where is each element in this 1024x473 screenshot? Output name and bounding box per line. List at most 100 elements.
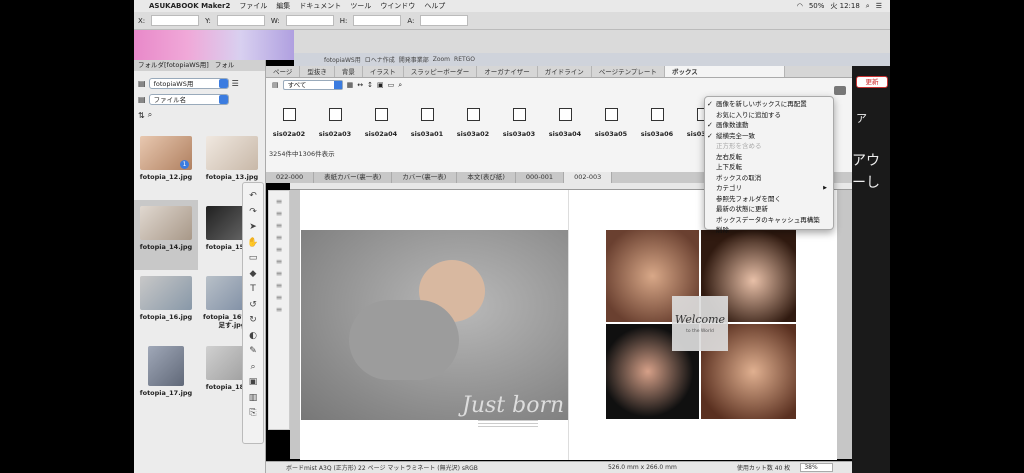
book-icon[interactable]: ▥ [249, 391, 258, 406]
tab-border[interactable]: スラッピーボーダー [404, 66, 478, 77]
filter-select[interactable]: すべて [282, 80, 343, 90]
thumbnail-item[interactable]: fotopia_16.jpg [134, 270, 198, 340]
eyedropper-icon[interactable]: ✎ [249, 344, 257, 359]
update-button[interactable]: 更新 [856, 76, 888, 88]
search-icon[interactable]: ⌕ [866, 2, 870, 11]
w-field[interactable] [285, 15, 334, 26]
thumbnail-item[interactable]: fotopia_17.jpg [134, 340, 198, 410]
align-icon[interactable]: ≡ [276, 221, 283, 230]
clock[interactable]: 火 12:18 [830, 1, 859, 11]
ctx-item[interactable]: 画像を新しいボックスに再配置 [705, 99, 833, 110]
redo-icon[interactable]: ↷ [249, 205, 257, 220]
hand-tool-icon[interactable]: ✋ [247, 236, 258, 251]
tab-guideline[interactable]: ガイドライン [538, 66, 592, 77]
rotate-right-icon[interactable]: ↻ [249, 313, 257, 328]
thumbnail-item[interactable]: fotopia_14.jpg [134, 200, 198, 270]
box-item[interactable]: sis02a02 [266, 108, 312, 138]
ctx-item[interactable]: お気に入りに追加する [705, 110, 833, 121]
ctx-item[interactable]: ボックスの取消 [705, 173, 833, 184]
thumbnail-item[interactable]: fotopia_12.jpg 1 [134, 130, 198, 200]
layout-icon[interactable]: ▭ [388, 81, 395, 89]
title-text[interactable]: Just born [462, 393, 564, 418]
app-name[interactable]: ASUKABOOK Maker2 [149, 2, 230, 10]
fill-tool-icon[interactable]: ◐ [249, 329, 257, 344]
zoom-select[interactable]: 38% [800, 463, 833, 472]
tab-page[interactable]: ページ [266, 66, 301, 77]
page-tab[interactable]: 本文(表び紙) [457, 172, 516, 183]
menu-edit[interactable]: 編集 [276, 1, 290, 11]
box-item[interactable]: sis03a06 [634, 108, 680, 138]
page-tab[interactable]: カバー(裏一表) [392, 172, 458, 183]
trash-icon[interactable]: ▭ [249, 251, 258, 266]
box-item[interactable]: sis02a04 [358, 108, 404, 138]
sort-select[interactable]: ファイル名 [148, 93, 229, 105]
shape-tool-icon[interactable]: ◆ [250, 267, 257, 282]
align-icon[interactable]: ≡ [276, 197, 283, 206]
box-item[interactable]: sis03a01 [404, 108, 450, 138]
page-tab[interactable]: 002-003 [564, 172, 613, 183]
box-item[interactable]: sis03a05 [588, 108, 634, 138]
tab-background[interactable]: 背景 [335, 66, 363, 77]
ctx-item[interactable]: 左右反転 [705, 152, 833, 163]
sort-order-icon[interactable]: ⇅ [138, 111, 145, 120]
ctx-item[interactable]: 参照先フォルダを開く [705, 194, 833, 205]
ctx-item[interactable]: 画像数連動 [705, 120, 833, 131]
menu-file[interactable]: ファイル [239, 1, 267, 11]
align-icon[interactable]: ≡ [276, 233, 283, 242]
ctx-item[interactable]: 最新の状態に更新 [705, 204, 833, 215]
tab-illustration[interactable]: イラスト [363, 66, 404, 77]
page-tab[interactable]: 022-000 [266, 172, 315, 183]
y-field[interactable] [216, 15, 265, 26]
baby-photo[interactable] [301, 230, 568, 420]
align-icon[interactable]: ≡ [276, 293, 283, 302]
pointer-tool-icon[interactable]: ➤ [249, 220, 257, 235]
align-icon[interactable]: ≡ [276, 281, 283, 290]
align-icon[interactable]: ≡ [276, 245, 283, 254]
list-menu-icon[interactable]: ☰ [232, 79, 239, 88]
frame-icon[interactable]: ▣ [249, 375, 258, 390]
export-icon[interactable]: ⎘ [249, 406, 256, 421]
stack-icon[interactable]: ▣ [377, 81, 384, 89]
battery-text[interactable]: 50% [809, 2, 825, 10]
h-field[interactable] [353, 15, 402, 26]
zoom-icon[interactable]: ⌕ [250, 360, 255, 375]
grid-view-icon[interactable]: ▦ [347, 81, 354, 89]
tab-mask[interactable]: 型抜き [300, 66, 335, 77]
menu-help[interactable]: ヘルプ [424, 1, 445, 11]
search-icon[interactable]: ⌕ [148, 110, 152, 120]
rotate-left-icon[interactable]: ↺ [249, 298, 257, 313]
menu-icon[interactable]: ☰ [876, 2, 882, 10]
box-item[interactable]: sis03a03 [496, 108, 542, 138]
wifi-icon[interactable]: ◠ [797, 2, 803, 10]
welcome-box[interactable]: Welcome to the World [672, 296, 728, 351]
menu-tools[interactable]: ツール [350, 1, 371, 11]
search-icon[interactable]: ⌕ [398, 81, 402, 90]
ctx-item[interactable]: カテゴリ [705, 183, 833, 194]
horizontal-icon[interactable]: ↔ [357, 81, 363, 89]
panel-options-icon[interactable] [834, 86, 846, 95]
tab-organizer[interactable]: オーガナイザー [477, 66, 538, 77]
align-icon[interactable]: ≡ [276, 257, 283, 266]
align-icon[interactable]: ≡ [276, 209, 283, 218]
ctx-item[interactable]: 削除 [705, 225, 833, 236]
box-item[interactable]: sis03a04 [542, 108, 588, 138]
x-field[interactable] [151, 15, 200, 26]
menu-document[interactable]: ドキュメント [299, 1, 341, 11]
menu-window[interactable]: ウインドウ [380, 1, 415, 11]
box-item[interactable]: sis02a03 [312, 108, 358, 138]
folder-select[interactable]: fotopiaWS用 [148, 77, 229, 89]
a-field[interactable] [420, 15, 469, 26]
ctx-item[interactable]: 縦横完全一致 [705, 131, 833, 142]
undo-icon[interactable]: ↶ [249, 189, 257, 204]
ctx-item[interactable]: ボックスデータのキャッシュ再構築 [705, 215, 833, 226]
tab-box[interactable]: ボックス [664, 66, 785, 77]
box-item[interactable]: sis03a02 [450, 108, 496, 138]
page-tab[interactable]: 000-001 [516, 172, 565, 183]
text-tool-icon[interactable]: T [250, 282, 256, 297]
align-icon[interactable]: ≡ [276, 305, 283, 314]
tab-page-template[interactable]: ページテンプレート [592, 66, 665, 77]
vertical-icon[interactable]: ↕ [367, 81, 373, 89]
ctx-item[interactable]: 上下反転 [705, 162, 833, 173]
page-tab[interactable]: 表紙カバー(裏一表) [314, 172, 393, 183]
align-icon[interactable]: ≡ [276, 269, 283, 278]
